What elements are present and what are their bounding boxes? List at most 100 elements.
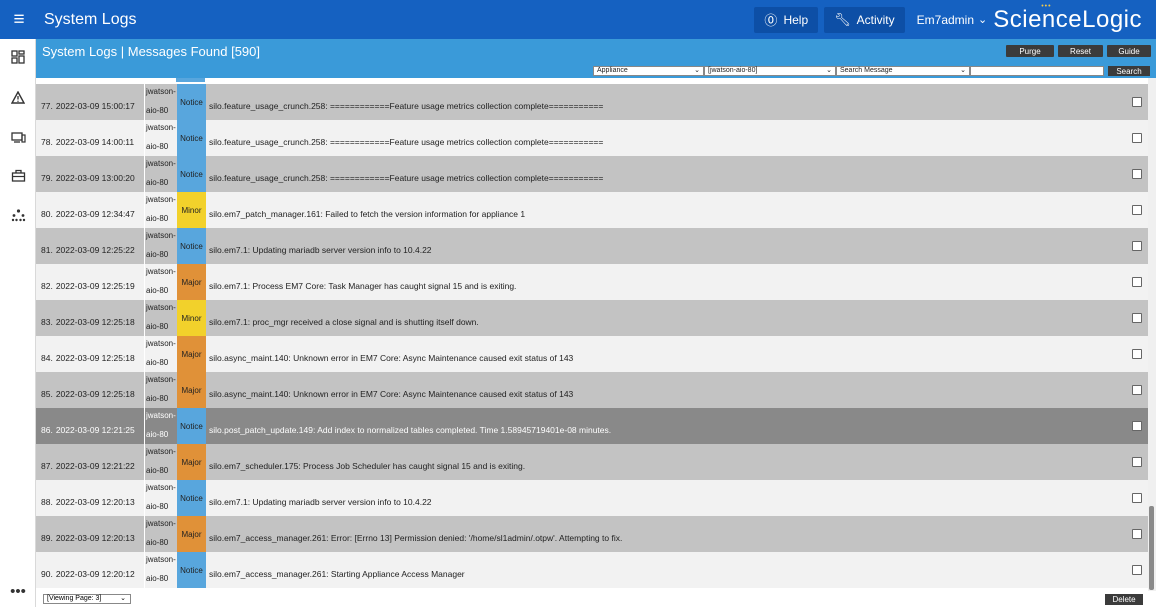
row-number: 89. — [41, 533, 53, 543]
row-checkbox[interactable] — [1132, 529, 1142, 539]
row-number-date: 77. 2022-03-09 15:00:17 — [41, 101, 161, 111]
row-checkbox[interactable] — [1132, 169, 1142, 179]
dashboard-icon[interactable] — [0, 45, 36, 69]
activity-label: Activity — [856, 12, 895, 27]
row-checkbox[interactable] — [1132, 133, 1142, 143]
row-number: 84. — [41, 353, 53, 363]
row-number: 83. — [41, 317, 53, 327]
row-date: 2022-03-09 15:00:17 — [55, 101, 135, 111]
row-host-line1: jwatson- — [146, 411, 176, 420]
scrollbar-thumb[interactable] — [1149, 506, 1154, 590]
row-host-line1: jwatson- — [146, 231, 176, 240]
log-table: 77. 2022-03-09 15:00:17 jwatson-aio-80 Noti… — [36, 78, 1156, 591]
row-checkbox[interactable] — [1132, 565, 1142, 575]
row-checkbox[interactable] — [1132, 385, 1142, 395]
table-row[interactable]: 78. 2022-03-09 14:00:11 jwatson-aio-80 Noti… — [36, 120, 1148, 156]
row-host-line1: jwatson- — [146, 195, 176, 204]
vertical-scrollbar[interactable] — [1148, 78, 1156, 591]
table-row[interactable]: 85. 2022-03-09 12:25:18 jwatson-aio-80 Majo… — [36, 372, 1148, 408]
app-title: System Logs — [44, 10, 137, 28]
row-host-line2: aio-80 — [146, 214, 169, 223]
table-row[interactable]: 81. 2022-03-09 12:25:22 jwatson-aio-80 Noti… — [36, 228, 1148, 264]
toolbox-icon[interactable] — [0, 163, 36, 187]
hamburger-icon[interactable]: ≡ — [0, 0, 38, 39]
row-host-line2: aio-80 — [146, 430, 169, 439]
row-date: 2022-03-09 12:25:22 — [55, 245, 135, 255]
row-checkbox[interactable] — [1132, 205, 1142, 215]
chevron-down-icon: ⌄ — [978, 14, 988, 26]
more-icon[interactable]: ••• — [0, 579, 36, 603]
row-number: 85. — [41, 389, 53, 399]
row-checkbox[interactable] — [1132, 421, 1142, 431]
appliance-select[interactable]: [jwatson-aio-80] ⌄ — [704, 66, 836, 76]
search-button[interactable]: Search — [1108, 66, 1150, 76]
guide-button[interactable]: Guide — [1107, 45, 1151, 57]
activity-button[interactable]: 🔧︎ Activity — [824, 6, 905, 33]
search-input[interactable] — [970, 66, 1104, 76]
table-row[interactable]: 89. 2022-03-09 12:20:13 jwatson-aio-80 Majo… — [36, 516, 1148, 552]
table-row[interactable]: 86. 2022-03-09 12:21:25 jwatson-aio-80 Noti… — [36, 408, 1148, 444]
row-message: silo.em7_patch_manager.161: Failed to fe… — [209, 209, 526, 219]
severity-badge: Notice — [177, 156, 206, 192]
table-row[interactable]: 87. 2022-03-09 12:21:22 jwatson-aio-80 Majo… — [36, 444, 1148, 480]
row-number-date: 80. 2022-03-09 12:34:47 — [41, 209, 161, 219]
reset-button[interactable]: Reset — [1058, 45, 1103, 57]
row-host-line2: aio-80 — [146, 538, 169, 547]
row-date: 2022-03-09 12:21:25 — [55, 425, 135, 435]
table-row[interactable]: 83. 2022-03-09 12:25:18 jwatson-aio-80 Mino… — [36, 300, 1148, 336]
page-select[interactable]: [Viewing Page: 3] ⌄ — [43, 594, 131, 604]
row-number: 86. — [41, 425, 53, 435]
help-button[interactable]: ⓪ Help — [754, 6, 819, 33]
appliance-select-value: [jwatson-aio-80] — [708, 67, 758, 74]
row-message: silo.em7_access_manager.261: Error: [Err… — [209, 533, 623, 543]
topology-icon[interactable] — [0, 203, 36, 227]
table-row[interactable]: 88. 2022-03-09 12:20:13 jwatson-aio-80 Noti… — [36, 480, 1148, 516]
severity-badge: Major — [177, 516, 206, 552]
row-message: silo.em7_access_manager.261: Starting Ap… — [209, 569, 465, 579]
page-title: System Logs | Messages Found [590] — [42, 44, 260, 59]
row-message: silo.post_patch_update.149: Add index to… — [209, 425, 612, 435]
table-row[interactable]: 79. 2022-03-09 13:00:20 jwatson-aio-80 Noti… — [36, 156, 1148, 192]
chevron-down-icon: ⌄ — [826, 67, 832, 74]
severity-badge: Notice — [177, 408, 206, 444]
row-checkbox[interactable] — [1132, 457, 1142, 467]
left-sidebar: ••• — [0, 39, 36, 607]
row-host-line1: jwatson- — [146, 483, 176, 492]
table-row[interactable]: 84. 2022-03-09 12:25:18 jwatson-aio-80 Majo… — [36, 336, 1148, 372]
chevron-down-icon: ⌄ — [120, 595, 126, 602]
severity-badge: Minor — [177, 300, 206, 336]
source-select-value: Appliance — [597, 67, 628, 74]
row-host-line2: aio-80 — [146, 502, 169, 511]
row-checkbox[interactable] — [1132, 97, 1142, 107]
row-checkbox[interactable] — [1132, 241, 1142, 251]
user-menu[interactable]: Em7admin ⌄ — [917, 13, 988, 27]
chevron-down-icon: ⌄ — [694, 67, 700, 74]
row-host: jwatson-aio-80 — [144, 552, 176, 588]
row-host-line2: aio-80 — [146, 286, 169, 295]
user-name: Em7admin — [916, 12, 975, 27]
table-row[interactable]: 90. 2022-03-09 12:20:12 jwatson-aio-80 Noti… — [36, 552, 1148, 588]
delete-button[interactable]: Delete — [1105, 594, 1143, 605]
row-number-date: 86. 2022-03-09 12:21:25 — [41, 425, 161, 435]
search-field-select[interactable]: Search Message ⌄ — [836, 66, 970, 76]
row-host: jwatson-aio-80 — [144, 336, 176, 372]
row-host-line2: aio-80 — [146, 250, 169, 259]
row-host: jwatson-aio-80 — [144, 192, 176, 228]
purge-button[interactable]: Purge — [1006, 45, 1054, 57]
row-checkbox[interactable] — [1132, 493, 1142, 503]
table-row[interactable]: 77. 2022-03-09 15:00:17 jwatson-aio-80 Noti… — [36, 84, 1148, 120]
table-row[interactable]: 82. 2022-03-09 12:25:19 jwatson-aio-80 Majo… — [36, 264, 1148, 300]
row-number-date: 87. 2022-03-09 12:21:22 — [41, 461, 161, 471]
row-number: 82. — [41, 281, 53, 291]
row-host: jwatson-aio-80 — [144, 408, 176, 444]
source-select[interactable]: Appliance ⌄ — [593, 66, 704, 76]
severity-badge: Notice — [177, 228, 206, 264]
table-row[interactable]: 80. 2022-03-09 12:34:47 jwatson-aio-80 Mino… — [36, 192, 1148, 228]
devices-icon[interactable] — [0, 125, 36, 149]
row-host-line1: jwatson- — [146, 123, 176, 132]
row-checkbox[interactable] — [1132, 313, 1142, 323]
severity-badge: Minor — [177, 192, 206, 228]
alert-triangle-icon[interactable] — [0, 85, 36, 109]
row-checkbox[interactable] — [1132, 349, 1142, 359]
row-checkbox[interactable] — [1132, 277, 1142, 287]
